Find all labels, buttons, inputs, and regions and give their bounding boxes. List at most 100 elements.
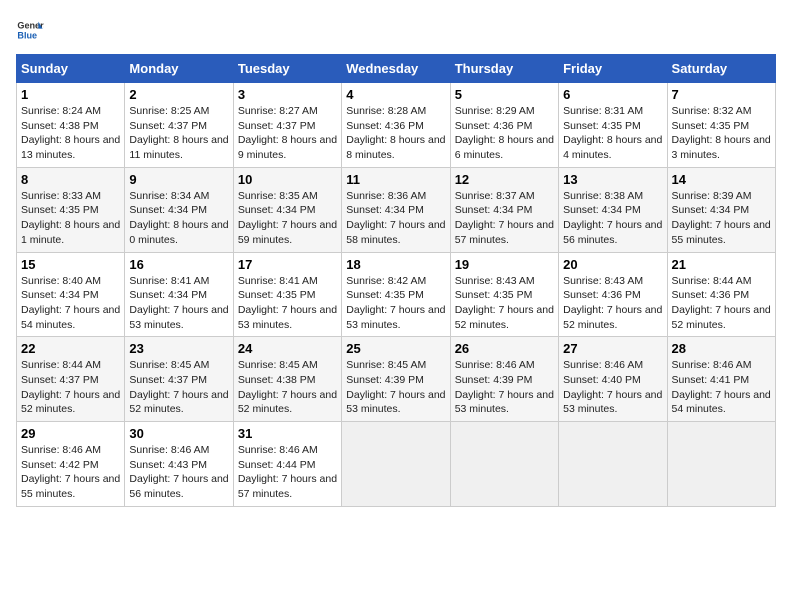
day-number: 18 <box>346 257 445 272</box>
col-header-thursday: Thursday <box>450 55 558 83</box>
calendar-cell: 1 Sunrise: 8:24 AM Sunset: 4:38 PM Dayli… <box>17 83 125 168</box>
calendar-cell: 20 Sunrise: 8:43 AM Sunset: 4:36 PM Dayl… <box>559 252 667 337</box>
day-info: Sunrise: 8:24 AM Sunset: 4:38 PM Dayligh… <box>21 104 120 163</box>
day-number: 9 <box>129 172 228 187</box>
calendar-cell: 23 Sunrise: 8:45 AM Sunset: 4:37 PM Dayl… <box>125 337 233 422</box>
calendar-cell: 17 Sunrise: 8:41 AM Sunset: 4:35 PM Dayl… <box>233 252 341 337</box>
day-info: Sunrise: 8:33 AM Sunset: 4:35 PM Dayligh… <box>21 189 120 248</box>
calendar-cell: 11 Sunrise: 8:36 AM Sunset: 4:34 PM Dayl… <box>342 167 450 252</box>
logo: General Blue <box>16 16 44 44</box>
calendar-cell: 27 Sunrise: 8:46 AM Sunset: 4:40 PM Dayl… <box>559 337 667 422</box>
calendar-cell: 19 Sunrise: 8:43 AM Sunset: 4:35 PM Dayl… <box>450 252 558 337</box>
calendar-cell: 30 Sunrise: 8:46 AM Sunset: 4:43 PM Dayl… <box>125 422 233 507</box>
col-header-friday: Friday <box>559 55 667 83</box>
day-number: 10 <box>238 172 337 187</box>
day-number: 20 <box>563 257 662 272</box>
day-info: Sunrise: 8:43 AM Sunset: 4:36 PM Dayligh… <box>563 274 662 333</box>
calendar-cell: 13 Sunrise: 8:38 AM Sunset: 4:34 PM Dayl… <box>559 167 667 252</box>
calendar-cell: 29 Sunrise: 8:46 AM Sunset: 4:42 PM Dayl… <box>17 422 125 507</box>
calendar-cell <box>559 422 667 507</box>
day-number: 1 <box>21 87 120 102</box>
day-number: 21 <box>672 257 771 272</box>
day-info: Sunrise: 8:46 AM Sunset: 4:43 PM Dayligh… <box>129 443 228 502</box>
day-number: 3 <box>238 87 337 102</box>
calendar-cell: 14 Sunrise: 8:39 AM Sunset: 4:34 PM Dayl… <box>667 167 775 252</box>
day-info: Sunrise: 8:38 AM Sunset: 4:34 PM Dayligh… <box>563 189 662 248</box>
day-info: Sunrise: 8:46 AM Sunset: 4:40 PM Dayligh… <box>563 358 662 417</box>
day-number: 30 <box>129 426 228 441</box>
calendar-cell: 22 Sunrise: 8:44 AM Sunset: 4:37 PM Dayl… <box>17 337 125 422</box>
calendar-cell: 25 Sunrise: 8:45 AM Sunset: 4:39 PM Dayl… <box>342 337 450 422</box>
calendar-cell <box>342 422 450 507</box>
day-number: 17 <box>238 257 337 272</box>
day-info: Sunrise: 8:44 AM Sunset: 4:37 PM Dayligh… <box>21 358 120 417</box>
col-header-wednesday: Wednesday <box>342 55 450 83</box>
day-number: 23 <box>129 341 228 356</box>
calendar-cell: 18 Sunrise: 8:42 AM Sunset: 4:35 PM Dayl… <box>342 252 450 337</box>
day-number: 24 <box>238 341 337 356</box>
day-info: Sunrise: 8:46 AM Sunset: 4:39 PM Dayligh… <box>455 358 554 417</box>
day-info: Sunrise: 8:29 AM Sunset: 4:36 PM Dayligh… <box>455 104 554 163</box>
day-info: Sunrise: 8:40 AM Sunset: 4:34 PM Dayligh… <box>21 274 120 333</box>
day-number: 27 <box>563 341 662 356</box>
calendar-cell: 16 Sunrise: 8:41 AM Sunset: 4:34 PM Dayl… <box>125 252 233 337</box>
calendar-cell: 24 Sunrise: 8:45 AM Sunset: 4:38 PM Dayl… <box>233 337 341 422</box>
day-number: 26 <box>455 341 554 356</box>
day-info: Sunrise: 8:41 AM Sunset: 4:35 PM Dayligh… <box>238 274 337 333</box>
day-number: 22 <box>21 341 120 356</box>
day-info: Sunrise: 8:43 AM Sunset: 4:35 PM Dayligh… <box>455 274 554 333</box>
day-info: Sunrise: 8:34 AM Sunset: 4:34 PM Dayligh… <box>129 189 228 248</box>
day-info: Sunrise: 8:46 AM Sunset: 4:41 PM Dayligh… <box>672 358 771 417</box>
day-number: 14 <box>672 172 771 187</box>
day-number: 31 <box>238 426 337 441</box>
day-info: Sunrise: 8:32 AM Sunset: 4:35 PM Dayligh… <box>672 104 771 163</box>
day-info: Sunrise: 8:37 AM Sunset: 4:34 PM Dayligh… <box>455 189 554 248</box>
day-number: 11 <box>346 172 445 187</box>
day-info: Sunrise: 8:27 AM Sunset: 4:37 PM Dayligh… <box>238 104 337 163</box>
calendar-cell: 8 Sunrise: 8:33 AM Sunset: 4:35 PM Dayli… <box>17 167 125 252</box>
col-header-sunday: Sunday <box>17 55 125 83</box>
calendar-cell: 6 Sunrise: 8:31 AM Sunset: 4:35 PM Dayli… <box>559 83 667 168</box>
day-info: Sunrise: 8:44 AM Sunset: 4:36 PM Dayligh… <box>672 274 771 333</box>
calendar-cell: 4 Sunrise: 8:28 AM Sunset: 4:36 PM Dayli… <box>342 83 450 168</box>
calendar-cell: 2 Sunrise: 8:25 AM Sunset: 4:37 PM Dayli… <box>125 83 233 168</box>
day-info: Sunrise: 8:45 AM Sunset: 4:37 PM Dayligh… <box>129 358 228 417</box>
day-info: Sunrise: 8:31 AM Sunset: 4:35 PM Dayligh… <box>563 104 662 163</box>
calendar-cell: 12 Sunrise: 8:37 AM Sunset: 4:34 PM Dayl… <box>450 167 558 252</box>
svg-text:Blue: Blue <box>17 30 37 40</box>
calendar-week-2: 8 Sunrise: 8:33 AM Sunset: 4:35 PM Dayli… <box>17 167 776 252</box>
day-number: 28 <box>672 341 771 356</box>
calendar: SundayMondayTuesdayWednesdayThursdayFrid… <box>16 54 776 507</box>
day-number: 16 <box>129 257 228 272</box>
day-number: 5 <box>455 87 554 102</box>
day-info: Sunrise: 8:46 AM Sunset: 4:42 PM Dayligh… <box>21 443 120 502</box>
day-number: 7 <box>672 87 771 102</box>
calendar-cell <box>450 422 558 507</box>
calendar-cell: 9 Sunrise: 8:34 AM Sunset: 4:34 PM Dayli… <box>125 167 233 252</box>
calendar-cell: 10 Sunrise: 8:35 AM Sunset: 4:34 PM Dayl… <box>233 167 341 252</box>
col-header-tuesday: Tuesday <box>233 55 341 83</box>
calendar-week-5: 29 Sunrise: 8:46 AM Sunset: 4:42 PM Dayl… <box>17 422 776 507</box>
calendar-week-1: 1 Sunrise: 8:24 AM Sunset: 4:38 PM Dayli… <box>17 83 776 168</box>
calendar-cell: 3 Sunrise: 8:27 AM Sunset: 4:37 PM Dayli… <box>233 83 341 168</box>
day-info: Sunrise: 8:25 AM Sunset: 4:37 PM Dayligh… <box>129 104 228 163</box>
day-number: 19 <box>455 257 554 272</box>
calendar-cell: 26 Sunrise: 8:46 AM Sunset: 4:39 PM Dayl… <box>450 337 558 422</box>
day-number: 12 <box>455 172 554 187</box>
day-info: Sunrise: 8:45 AM Sunset: 4:38 PM Dayligh… <box>238 358 337 417</box>
day-number: 8 <box>21 172 120 187</box>
calendar-cell: 7 Sunrise: 8:32 AM Sunset: 4:35 PM Dayli… <box>667 83 775 168</box>
day-number: 29 <box>21 426 120 441</box>
day-number: 25 <box>346 341 445 356</box>
day-info: Sunrise: 8:42 AM Sunset: 4:35 PM Dayligh… <box>346 274 445 333</box>
calendar-cell: 31 Sunrise: 8:46 AM Sunset: 4:44 PM Dayl… <box>233 422 341 507</box>
day-info: Sunrise: 8:45 AM Sunset: 4:39 PM Dayligh… <box>346 358 445 417</box>
day-info: Sunrise: 8:36 AM Sunset: 4:34 PM Dayligh… <box>346 189 445 248</box>
calendar-header-row: SundayMondayTuesdayWednesdayThursdayFrid… <box>17 55 776 83</box>
day-number: 4 <box>346 87 445 102</box>
day-info: Sunrise: 8:39 AM Sunset: 4:34 PM Dayligh… <box>672 189 771 248</box>
day-info: Sunrise: 8:28 AM Sunset: 4:36 PM Dayligh… <box>346 104 445 163</box>
logo-icon: General Blue <box>16 16 44 44</box>
day-info: Sunrise: 8:46 AM Sunset: 4:44 PM Dayligh… <box>238 443 337 502</box>
day-number: 6 <box>563 87 662 102</box>
